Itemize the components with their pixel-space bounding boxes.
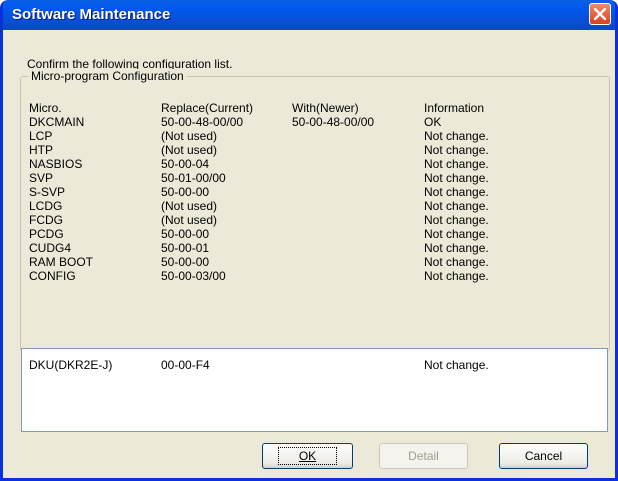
group-legend: Micro-program Configuration [28,69,187,83]
ok-button[interactable]: OK [262,443,353,469]
col-replace: 50-00-48-00/00 [161,115,244,129]
col-replace: Replace(Current) [161,101,254,115]
col-replace: 50-01-00/00 [161,171,226,185]
col-information: Not change. [424,129,489,143]
title-bar[interactable]: Software Maintenance [3,0,615,30]
detail-button[interactable]: Detail [379,443,468,469]
col-micro: SVP [29,171,54,185]
col-information: Not change. [424,227,489,241]
col-micro: Micro. [29,101,62,115]
col-replace: (Not used) [161,199,218,213]
col-micro: DKU(DKR2E-J) [29,358,113,372]
col-replace: 00-00-F4 [161,358,210,372]
software-maintenance-dialog: Software Maintenance Confirm the followi… [0,0,618,481]
col-micro: FCDG [29,213,63,227]
col-micro: LCDG [29,199,63,213]
dku-list[interactable]: DKU(DKR2E-J) 00-00-F4 Not change. [21,348,608,432]
col-micro: CONFIG [29,269,76,283]
col-replace: 50-00-00 [161,255,210,269]
detail-button-label: Detail [408,449,439,463]
col-replace: (Not used) [161,213,218,227]
col-micro: DKCMAIN [29,115,85,129]
col-micro: HTP [29,143,53,157]
col-with: 50-00-48-00/00 [292,115,375,129]
col-replace: 50-00-04 [161,157,210,171]
col-replace: 50-00-00 [161,227,210,241]
col-micro: RAM BOOT [29,255,94,269]
col-information: Not change. [424,213,489,227]
col-information: Not change. [424,241,489,255]
col-replace: (Not used) [161,129,218,143]
dialog-body: Confirm the following configuration list… [3,30,615,478]
col-with: With(Newer) [292,101,359,115]
ok-button-label: OK [298,449,317,463]
col-information: Not change. [424,269,489,283]
col-micro: NASBIOS [29,157,83,171]
col-replace: 50-00-00 [161,185,210,199]
close-icon [594,8,606,20]
window-title: Software Maintenance [12,6,171,23]
col-micro: PCDG [29,227,64,241]
col-information: Not change. [424,358,489,372]
col-information: Not change. [424,199,489,213]
close-button[interactable] [589,3,611,25]
col-information: Not change. [424,255,489,269]
col-micro: CUDG4 [29,241,72,255]
col-information: Not change. [424,185,489,199]
col-information: Not change. [424,143,489,157]
col-replace: 50-00-03/00 [161,269,226,283]
col-information: Information [424,101,485,115]
cancel-button[interactable]: Cancel [499,443,588,469]
col-micro: S-SVP [29,185,66,199]
col-replace: 50-00-01 [161,241,210,255]
cancel-button-label: Cancel [524,449,563,463]
col-information: OK [424,115,442,129]
col-information: Not change. [424,171,489,185]
col-information: Not change. [424,157,489,171]
col-replace: (Not used) [161,143,218,157]
col-micro: LCP [29,129,53,143]
